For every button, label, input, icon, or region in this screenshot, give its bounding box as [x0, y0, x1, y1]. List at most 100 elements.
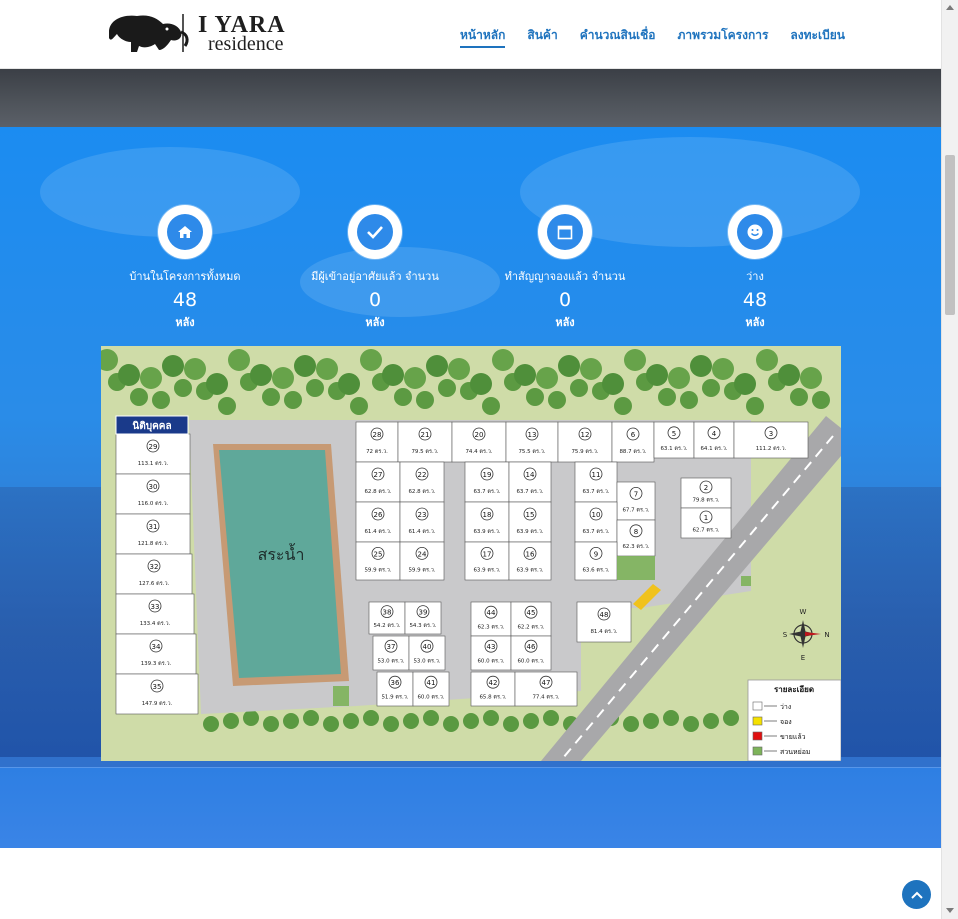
tree-icon: [152, 391, 170, 409]
tree-icon: [363, 710, 379, 726]
plot-area: 65.8 ตร.ว.: [479, 695, 506, 701]
brand-logo[interactable]: I YARA residence: [105, 12, 305, 56]
plot-number: 42: [489, 679, 498, 687]
tree-icon: [243, 710, 259, 726]
plot-number: 35: [153, 683, 162, 691]
tree-icon: [558, 355, 580, 377]
elephant-logo-icon: [109, 14, 189, 53]
plot-area: 63.9 ตร.ว.: [516, 568, 543, 574]
tree-icon: [712, 358, 734, 380]
home-icon: [178, 226, 192, 238]
tree-icon: [350, 397, 368, 415]
hero-banner-bottom: [0, 69, 941, 127]
tree-icon: [262, 388, 280, 406]
plot-number: 45: [527, 609, 536, 617]
plot-number: 37: [387, 643, 396, 651]
tree-icon: [526, 388, 544, 406]
tree-icon: [536, 367, 558, 389]
plot-area: 54.3 ตร.ว.: [409, 623, 436, 629]
plot-area: 61.4 ตร.ว.: [364, 529, 391, 535]
tree-icon: [448, 358, 470, 380]
stat-available: ว่าง 48 หลัง: [665, 205, 845, 331]
plot-area: 60.0 ตร.ว.: [517, 659, 544, 665]
plot-number: 22: [418, 471, 427, 479]
chevron-up-icon: [910, 891, 923, 899]
plot-number: 20: [475, 431, 484, 439]
plot-area: 60.0 ตร.ว.: [417, 695, 444, 701]
tree-icon: [463, 713, 479, 729]
stat-unit: หลัง: [175, 316, 195, 329]
nav-project-overview[interactable]: ภาพรวมโครงการ: [678, 26, 769, 45]
back-to-top-button[interactable]: [902, 880, 931, 909]
plot-area: 61.4 ตร.ว.: [408, 529, 435, 535]
nav-products[interactable]: สินค้า: [527, 26, 557, 45]
page-scrollbar[interactable]: [941, 0, 958, 919]
tree-icon: [382, 364, 404, 386]
plot-number: 32: [150, 563, 159, 571]
tree-icon: [438, 379, 456, 397]
tree-icon: [263, 716, 279, 732]
tree-icon: [624, 349, 646, 371]
tree-icon: [778, 364, 800, 386]
plot-area: 75.5 ตร.ว.: [518, 449, 545, 455]
tree-icon: [223, 713, 239, 729]
plot-area: 139.3 ตร.ว.: [141, 661, 172, 667]
tree-icon: [790, 388, 808, 406]
compass-letter: W: [800, 608, 807, 616]
tree-icon: [283, 713, 299, 729]
tree-icon: [668, 367, 690, 389]
plot-number: 3: [769, 430, 773, 438]
plot-number: 43: [487, 643, 496, 651]
scroll-up-arrow-icon[interactable]: [946, 5, 954, 10]
plot-area: 62.8 ตร.ว.: [364, 489, 391, 495]
plot-area: 63.9 ตร.ว.: [473, 529, 500, 535]
calendar-icon: [557, 225, 573, 240]
plot-area: 121.8 ตร.ว.: [138, 541, 169, 547]
tree-icon: [416, 391, 434, 409]
legend-swatch: [752, 716, 763, 726]
tree-icon: [140, 367, 162, 389]
tree-icon: [548, 391, 566, 409]
plot-area: 63.7 ตร.ว.: [516, 489, 543, 495]
tree-icon: [203, 716, 219, 732]
project-site-map[interactable]: 29 113.1 ตร.ว. 30 116.0 ตร.ว. 31 121.8 ตร.ว. 3…: [101, 346, 841, 761]
plot-number: 18: [483, 511, 492, 519]
scroll-down-arrow-icon[interactable]: [946, 908, 954, 913]
plot-number: 41: [427, 679, 436, 687]
stat-value: 48: [742, 289, 768, 311]
nav-home[interactable]: หน้าหลัก: [460, 26, 506, 48]
legend-title: รายละเอียด: [774, 684, 814, 694]
plot-number: 39: [419, 609, 428, 617]
tree-icon: [228, 349, 250, 371]
plot-area: 63.9 ตร.ว.: [473, 568, 500, 574]
scroll-thumb[interactable]: [945, 155, 955, 315]
tree-icon: [580, 358, 602, 380]
project-stats-section: บ้านในโครงการทั้งหมด 48 หลัง มีผู้เข้าอย…: [0, 127, 941, 848]
plot-area: 63.7 ตร.ว.: [582, 489, 609, 495]
nav-register[interactable]: ลงทะเบียน: [790, 26, 845, 45]
legend-swatch: [752, 746, 763, 756]
legend-swatch: [752, 731, 763, 741]
plot-number: 5: [672, 430, 676, 438]
plot-area: 79.5 ตร.ว.: [411, 449, 438, 455]
plot-number: 46: [527, 643, 536, 651]
nav-loan-calculator[interactable]: คำนวณสินเชื่อ: [580, 26, 656, 45]
plot-area: 62.8 ตร.ว.: [408, 489, 435, 495]
plot-area: 111.2 ตร.ว.: [756, 446, 787, 452]
stat-reserved: ทำสัญญาจองแล้ว จำนวน 0 หลัง: [475, 205, 655, 331]
tree-icon: [602, 373, 624, 395]
plot-area: 81.4 ตร.ว.: [590, 629, 617, 635]
plot-area: 62.7 ตร.ว.: [692, 527, 719, 533]
plot-number: 24: [418, 550, 427, 558]
stat-total-houses: บ้านในโครงการทั้งหมด 48 หลัง: [95, 205, 275, 331]
tree-icon: [503, 716, 519, 732]
tree-icon: [800, 367, 822, 389]
plot-area: 63.6 ตร.ว.: [582, 568, 609, 574]
park-area: [617, 556, 655, 580]
plot-area: 116.0 ตร.ว.: [138, 501, 169, 507]
legend-label: ว่าง: [780, 703, 791, 711]
plot-area: 62.3 ตร.ว.: [477, 625, 504, 631]
plot-number: 27: [374, 471, 383, 479]
plot-number: 11: [592, 471, 601, 479]
plot-number: 26: [374, 511, 383, 519]
